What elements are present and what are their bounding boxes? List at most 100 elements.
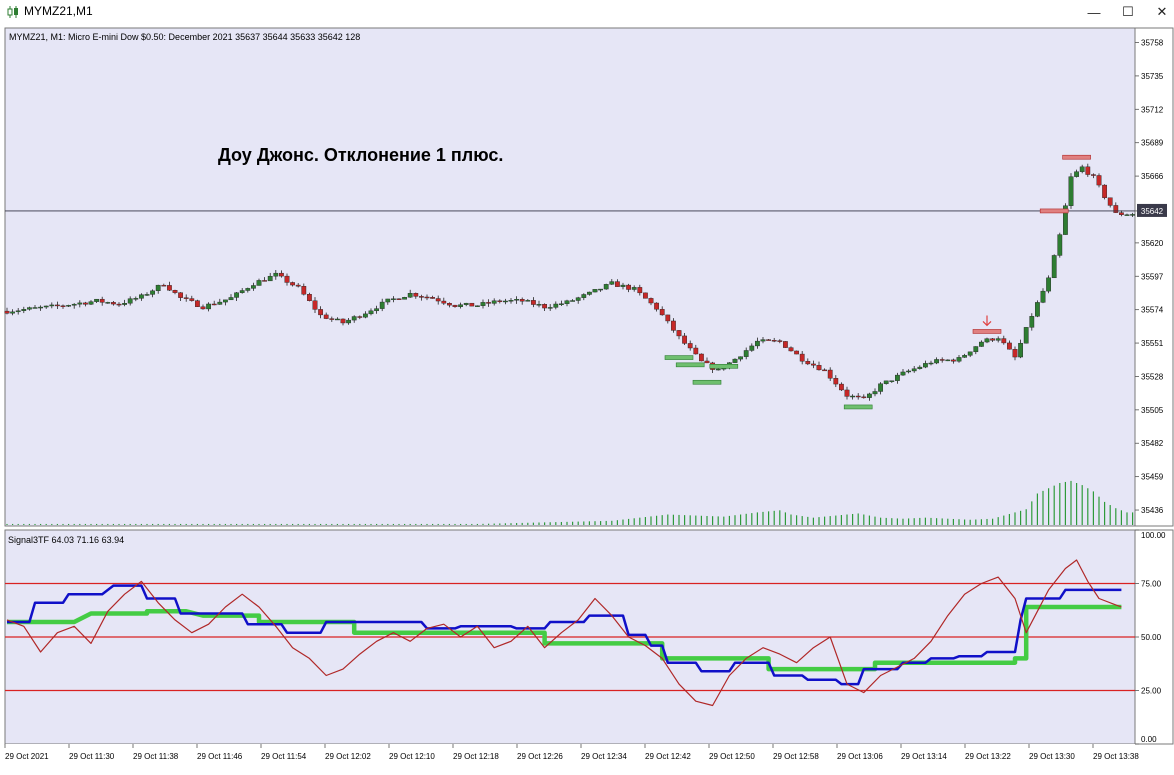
chart-window[interactable]: MYMZ21, M1: Micro E-mini Dow $0.50: Dece… (0, 26, 1174, 770)
bull-candle (49, 304, 55, 307)
bear-candle (82, 302, 88, 305)
bear-candle (60, 305, 66, 307)
price-pane[interactable] (4, 27, 1136, 527)
bear-candle (172, 290, 178, 293)
oscillator-header: Signal3TF 64.03 71.16 63.94 (8, 535, 124, 545)
bull-candle (138, 294, 144, 299)
bull-candle (923, 363, 928, 368)
bull-candle (883, 380, 889, 384)
bear-candle (990, 338, 996, 341)
bull-candle (995, 338, 1001, 341)
close-button[interactable]: ✕ (1146, 2, 1174, 22)
bull-candle (155, 284, 161, 292)
bear-candle (441, 300, 447, 304)
bear-candle (519, 299, 525, 302)
time-tick-label: 29 Oct 12:42 (645, 752, 691, 761)
bull-candle (906, 370, 912, 373)
bear-candle (799, 353, 805, 362)
bear-candle (648, 298, 654, 304)
bull-candle (239, 290, 245, 293)
time-tick-label: 29 Oct 2021 (5, 752, 49, 761)
bull-candle (945, 359, 951, 362)
bull-candle (335, 318, 340, 321)
bear-candle (447, 302, 452, 306)
bear-candle (654, 302, 660, 310)
time-tick-label: 29 Oct 13:38 (1093, 752, 1139, 761)
bear-candle (424, 296, 430, 299)
time-tick-label: 29 Oct 11:46 (197, 752, 243, 761)
bull-candle (1034, 302, 1040, 317)
bear-candle (1085, 166, 1091, 175)
bear-candle (323, 314, 329, 319)
bull-candle (133, 298, 139, 300)
bear-candle (329, 318, 335, 320)
bull-candle (559, 303, 564, 305)
bull-candle (1029, 316, 1035, 328)
symbol-description: Micro E-mini Dow $0.50: December 2021 (68, 32, 233, 42)
bear-candle (693, 347, 699, 355)
bear-candle (704, 360, 710, 364)
bear-candle (318, 309, 323, 316)
maximize-button[interactable]: ☐ (1112, 2, 1144, 22)
symbol-header: MYMZ21, M1: Micro E-mini Dow $0.50: Dece… (9, 32, 360, 42)
bull-candle (385, 298, 391, 303)
bear-candle (783, 341, 788, 348)
bear-candle (116, 303, 122, 306)
price-tick-label: 35758 (1141, 39, 1164, 48)
time-tick-label: 29 Oct 12:34 (581, 752, 627, 761)
bull-candle (587, 291, 592, 295)
bull-candle (732, 358, 738, 363)
bear-candle (99, 298, 105, 303)
bull-candle (480, 302, 486, 306)
bull-candle (1046, 277, 1052, 292)
bull-candle (267, 275, 273, 282)
bull-candle (27, 307, 32, 310)
buy-signal-marker (709, 363, 739, 369)
bull-candle (895, 374, 900, 381)
sell-signal-marker (1039, 208, 1069, 214)
bear-candle (497, 300, 503, 302)
bear-candle (211, 303, 217, 306)
bull-candle (144, 294, 150, 296)
bull-candle (575, 297, 581, 301)
chart-canvas[interactable]: MYMZ21, M1: Micro E-mini Dow $0.50: Dece… (0, 26, 1174, 770)
bear-candle (699, 353, 704, 362)
bear-candle (1012, 349, 1018, 358)
bear-candle (301, 286, 307, 295)
chart-candles-icon (7, 6, 18, 18)
bull-candle (351, 316, 357, 321)
bear-candle (939, 359, 945, 361)
bull-candle (867, 393, 872, 398)
bull-candle (979, 341, 984, 347)
bull-candle (206, 303, 211, 310)
bear-candle (542, 304, 548, 309)
window-title: MYMZ21,M1 (24, 4, 93, 18)
oscillator-tick-label: 25.00 (1141, 687, 1162, 696)
bull-candle (592, 289, 598, 293)
bull-candle (967, 351, 973, 356)
oscillator-tick-label: 100.00 (1141, 531, 1166, 540)
price-tick-label: 35436 (1141, 506, 1164, 515)
bull-candle (245, 288, 251, 291)
bull-candle (973, 346, 979, 353)
minimize-button[interactable]: — (1078, 2, 1110, 22)
bull-candle (71, 303, 77, 306)
time-tick-label: 29 Oct 11:38 (133, 752, 179, 761)
bear-candle (183, 297, 189, 299)
bull-candle (609, 281, 615, 285)
bear-candle (1113, 205, 1119, 213)
bull-candle (1018, 342, 1024, 358)
bear-candle (1090, 174, 1096, 176)
bull-candle (1068, 176, 1074, 206)
bull-candle (234, 292, 239, 298)
bear-candle (777, 340, 783, 342)
bull-candle (346, 319, 351, 324)
time-tick-label: 29 Oct 12:26 (517, 752, 563, 761)
bull-candle (889, 380, 895, 382)
bull-candle (402, 297, 407, 300)
price-tick-label: 35528 (1141, 372, 1164, 381)
bull-candle (503, 300, 508, 303)
bull-candle (962, 355, 968, 358)
bear-candle (166, 285, 172, 291)
bear-candle (357, 316, 363, 318)
